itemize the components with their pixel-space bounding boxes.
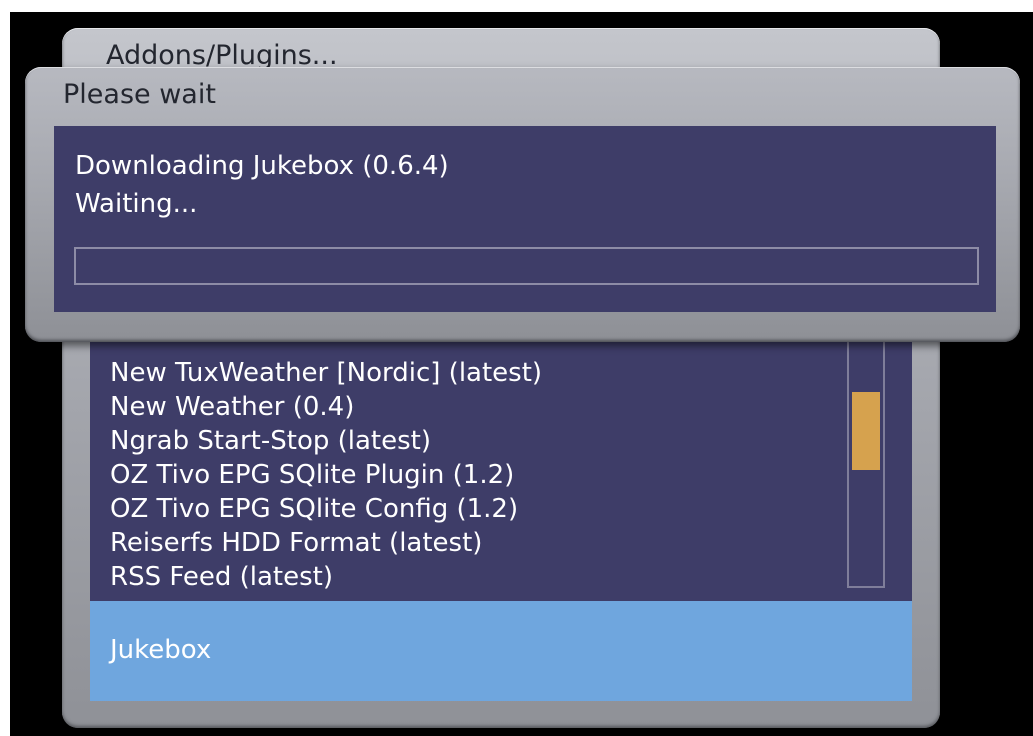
download-progress-bar [74, 247, 979, 285]
please-wait-dialog: Please wait Downloading Jukebox (0.6.4) … [25, 67, 1020, 342]
plugin-list-panel: New TuxWeather [Nordic] (latest) New Weat… [90, 328, 912, 601]
plugin-list-item[interactable]: New Weather (0.4) [110, 390, 542, 424]
dialog-body: Downloading Jukebox (0.6.4) Waiting... [54, 126, 996, 312]
plugin-list-item[interactable]: OZ Tivo EPG SQlite Plugin (1.2) [110, 458, 542, 492]
plugin-list-item[interactable]: Reiserfs HDD Format (latest) [110, 526, 542, 560]
plugin-list: New TuxWeather [Nordic] (latest) New Weat… [110, 356, 542, 594]
waiting-status-message: Waiting... [75, 189, 198, 219]
scrollbar-thumb[interactable] [852, 392, 880, 470]
dialog-title: Please wait [63, 79, 216, 110]
plugin-list-item[interactable]: Ngrab Start-Stop (latest) [110, 424, 542, 458]
plugin-list-item[interactable]: New TuxWeather [Nordic] (latest) [110, 356, 542, 390]
selected-plugin-name: Jukebox [110, 635, 212, 665]
download-status-message: Downloading Jukebox (0.6.4) [75, 151, 449, 181]
plugin-list-item[interactable]: RSS Feed (latest) [110, 560, 542, 594]
list-scrollbar[interactable] [847, 340, 885, 588]
selected-plugin-panel: Jukebox [90, 601, 912, 701]
plugin-list-item[interactable]: OZ Tivo EPG SQlite Config (1.2) [110, 492, 542, 526]
